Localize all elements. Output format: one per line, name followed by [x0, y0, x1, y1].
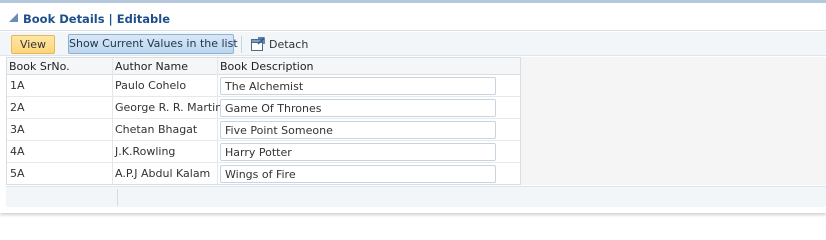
footer-separator — [117, 189, 118, 206]
detach-button[interactable]: Detach — [269, 38, 308, 51]
toolbar: View Show Current Values in the list Det… — [0, 32, 826, 56]
book-description-input[interactable] — [220, 143, 496, 161]
book-srno-cell: 1A — [10, 79, 25, 92]
table-footer — [6, 186, 826, 207]
column-header-book-srno[interactable]: Book SrNo. — [7, 58, 112, 75]
table-row[interactable]: 3A Chetan Bhagat — [7, 119, 520, 141]
toolbar-separator — [241, 36, 242, 53]
book-srno-cell: 3A — [10, 123, 25, 136]
author-name-cell: J.K.Rowling — [115, 145, 176, 158]
book-description-input[interactable] — [220, 121, 496, 139]
author-name-cell: George R. R. Martin — [115, 101, 223, 114]
table-row[interactable]: 1A Paulo Cohelo — [7, 75, 520, 97]
table-row[interactable]: 4A J.K.Rowling — [7, 141, 520, 163]
book-details-table: Book SrNo. Author Name Book Description … — [6, 57, 521, 185]
column-header-book-description[interactable]: Book Description — [217, 58, 520, 75]
author-name-cell: Chetan Bhagat — [115, 123, 198, 136]
table-empty-area — [521, 57, 826, 185]
book-description-input[interactable] — [220, 77, 496, 95]
show-current-values-button[interactable]: Show Current Values in the list — [68, 34, 238, 54]
detach-icon[interactable] — [251, 37, 265, 51]
book-srno-cell: 5A — [10, 167, 25, 180]
view-menu-button[interactable]: View — [11, 35, 55, 54]
book-srno-cell: 4A — [10, 145, 25, 158]
book-description-input[interactable] — [220, 165, 496, 183]
author-name-cell: A.P.J Abdul Kalam — [115, 167, 211, 180]
book-srno-cell: 2A — [10, 101, 25, 114]
panel-header: Book Details | Editable — [0, 5, 826, 31]
collapse-triangle-icon[interactable] — [9, 13, 18, 22]
book-description-input[interactable] — [220, 99, 496, 117]
author-name-cell: Paulo Cohelo — [115, 79, 187, 92]
table-row[interactable]: 5A A.P.J Abdul Kalam — [7, 163, 520, 185]
column-header-author-name[interactable]: Author Name — [112, 58, 217, 75]
table-row[interactable]: 2A George R. R. Martin — [7, 97, 520, 119]
book-details-panel: Book Details | Editable View Show Curren… — [0, 0, 826, 213]
panel-title: Book Details | Editable — [23, 12, 171, 26]
